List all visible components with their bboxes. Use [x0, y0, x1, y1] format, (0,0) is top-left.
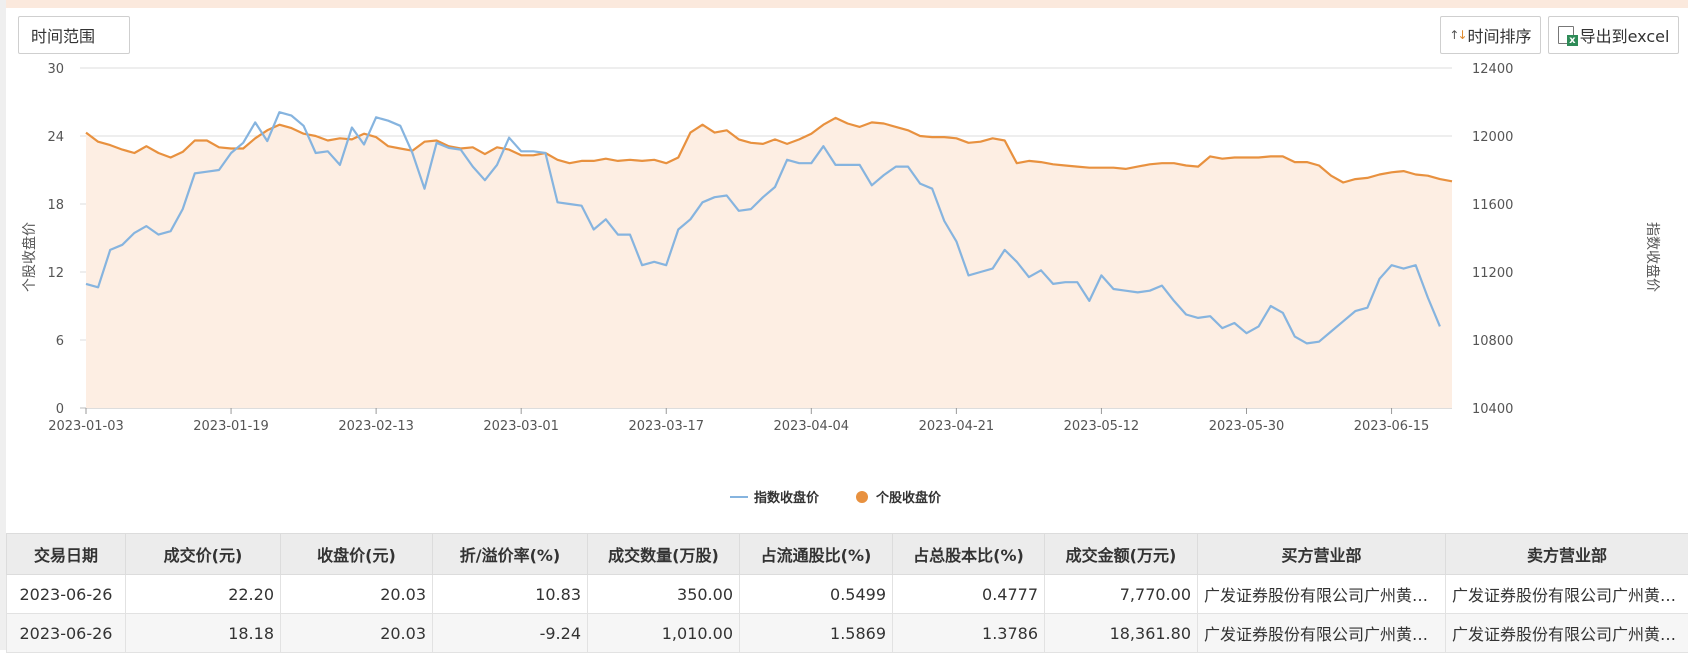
table-cell: -9.24 — [433, 614, 588, 653]
column-header[interactable]: 占总股本比(%) — [893, 534, 1045, 575]
x-axis-tick-label: 2023-03-17 — [628, 419, 704, 434]
table-cell: 0.4777 — [893, 575, 1045, 614]
table-cell: 1,010.00 — [588, 614, 740, 653]
left-axis-tick-label: 24 — [47, 130, 64, 145]
table-cell: 20.03 — [281, 575, 433, 614]
table-cell: 10.83 — [433, 575, 588, 614]
right-axis-tick-label: 12400 — [1472, 62, 1513, 77]
x-axis-tick-label: 2023-05-12 — [1064, 419, 1140, 434]
right-axis-tick-label: 12000 — [1472, 130, 1513, 145]
legend-item-index[interactable]: 指数收盘价 — [730, 490, 820, 506]
left-axis-tick-label: 18 — [47, 198, 64, 213]
x-axis-tick-label: 2023-04-04 — [774, 419, 850, 434]
export-excel-button[interactable]: 导出到excel — [1548, 16, 1679, 54]
x-axis-tick-label: 2023-01-19 — [193, 419, 269, 434]
column-header[interactable]: 占流通股比(%) — [740, 534, 893, 575]
table-cell: 广发证券股份有限公司广州黄埔大道证券营业部 — [1198, 575, 1446, 614]
x-axis-tick-label: 2023-04-21 — [919, 419, 995, 434]
table-cell: 2023-06-26 — [7, 614, 126, 653]
table-cell: 20.03 — [281, 614, 433, 653]
table-header-row: 交易日期成交价(元)收盘价(元)折/溢价率(%)成交数量(万股)占流通股比(%)… — [7, 534, 1688, 575]
sort-arrows-icon: ↑↓ — [1449, 28, 1465, 42]
left-axis-tick-label: 0 — [56, 402, 64, 417]
right-axis-tick-label: 11600 — [1472, 198, 1513, 213]
table-cell: 18,361.80 — [1045, 614, 1198, 653]
column-header[interactable]: 成交金额(万元) — [1045, 534, 1198, 575]
x-axis-tick-label: 2023-03-01 — [483, 419, 559, 434]
left-axis-title: 个股收盘价 — [21, 222, 38, 292]
x-axis-tick-label: 2023-05-30 — [1209, 419, 1285, 434]
chart-legend[interactable]: 指数收盘价 个股收盘价 — [730, 490, 942, 506]
legend-item-stock[interactable]: 个股收盘价 — [856, 490, 942, 506]
column-header[interactable]: 收盘价(元) — [281, 534, 433, 575]
table-row: 2023-06-2622.2020.0310.83350.000.54990.4… — [7, 575, 1688, 614]
left-axis-tick-label: 12 — [47, 266, 64, 281]
right-axis-tick-label: 10800 — [1472, 334, 1513, 349]
export-excel-label: 导出到excel — [1580, 23, 1670, 47]
table-cell: 1.5869 — [740, 614, 893, 653]
column-header[interactable]: 成交价(元) — [126, 534, 281, 575]
stock-price-area — [86, 118, 1452, 408]
legend-stock-label: 个股收盘价 — [875, 490, 942, 506]
time-sort-button[interactable]: ↑↓ 时间排序 — [1440, 16, 1541, 54]
table-cell: 广发证券股份有限公司广州黄埔大道证券营业部 — [1198, 614, 1446, 653]
x-axis-tick-label: 2023-02-13 — [338, 419, 414, 434]
table-cell: 0.5499 — [740, 575, 893, 614]
time-range-button[interactable]: 时间范围 — [18, 16, 130, 54]
column-header[interactable]: 成交数量(万股) — [588, 534, 740, 575]
left-axis-tick-label: 6 — [56, 334, 64, 349]
left-axis-tick-label: 30 — [47, 62, 64, 77]
table-cell: 广发证券股份有限公司广州黄埔大道证券营业部 — [1446, 575, 1688, 614]
table-cell: 广发证券股份有限公司广州黄埔大道证券营业部 — [1446, 614, 1688, 653]
column-header[interactable]: 折/溢价率(%) — [433, 534, 588, 575]
time-range-label: 时间范围 — [31, 23, 95, 47]
table-cell: 18.18 — [126, 614, 281, 653]
column-header[interactable]: 买方营业部 — [1198, 534, 1446, 575]
right-axis-tick-label: 10400 — [1472, 402, 1513, 417]
block-trade-table: 交易日期成交价(元)收盘价(元)折/溢价率(%)成交数量(万股)占流通股比(%)… — [6, 533, 1688, 653]
table-cell: 2023-06-26 — [7, 575, 126, 614]
excel-export-icon — [1558, 26, 1574, 44]
table-cell: 22.20 — [126, 575, 281, 614]
right-axis-title: 指数收盘价 — [1644, 222, 1661, 292]
column-header[interactable]: 卖方营业部 — [1446, 534, 1688, 575]
x-axis-tick-label: 2023-06-15 — [1354, 419, 1430, 434]
top-accent-strip — [6, 0, 1688, 8]
x-axis-tick-label: 2023-01-03 — [48, 419, 124, 434]
price-chart: 个股收盘价 指数收盘价 0 10400 6 10800 12 11200 18 11600 24… — [0, 60, 1688, 520]
table-cell: 350.00 — [588, 575, 740, 614]
right-axis-tick-label: 11200 — [1472, 266, 1513, 281]
legend-index-label: 指数收盘价 — [754, 490, 820, 506]
table-row: 2023-06-2618.1820.03-9.241,010.001.58691… — [7, 614, 1688, 653]
legend-stock-swatch — [856, 491, 868, 503]
column-header[interactable]: 交易日期 — [7, 534, 126, 575]
time-sort-label: 时间排序 — [1468, 23, 1532, 47]
table-cell: 1.3786 — [893, 614, 1045, 653]
table-cell: 7,770.00 — [1045, 575, 1198, 614]
